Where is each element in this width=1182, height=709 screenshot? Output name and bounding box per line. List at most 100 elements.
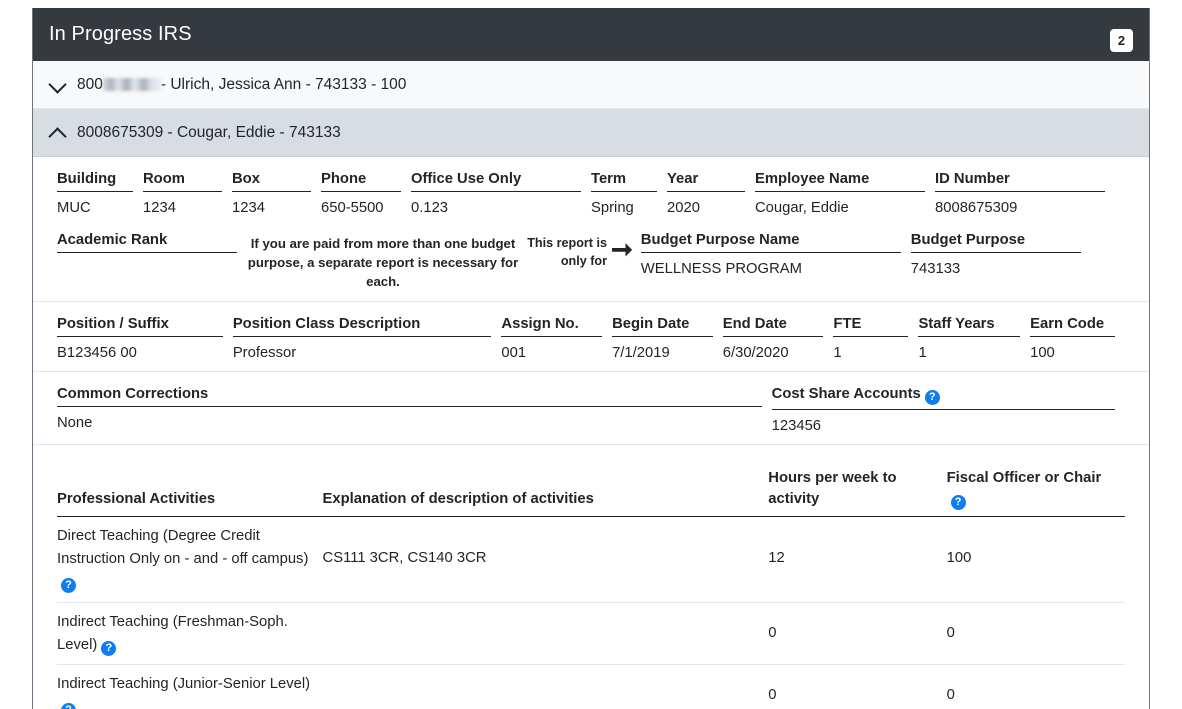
field-budget-purpose: Budget Purpose 743133 [911,232,1091,277]
field-building-value: MUC [57,192,133,216]
field-phone-label: Phone [321,171,401,192]
field-end-date-value: 6/30/2020 [723,337,824,361]
field-begin-date-value: 7/1/2019 [612,337,713,361]
field-cost-share-accounts-label: Cost Share Accounts? [772,386,1115,410]
field-employee-name-label: Employee Name [755,171,925,192]
field-assign-no-value: 001 [501,337,602,361]
field-fte-label: FTE [833,316,908,337]
budget-info-row: Academic Rank If you are paid from more … [57,232,1125,291]
field-budget-purpose-name-label: Budget Purpose Name [641,232,901,253]
col-professional-activities: Professional Activities [57,467,323,516]
field-earn-code: Earn Code 100 [1030,316,1125,361]
cell-fiscal: 0 [947,603,1125,653]
cell-explanation: CS111 3CR, CS140 3CR [323,517,769,578]
field-year-label: Year [667,171,745,192]
field-building: Building MUC [57,171,143,216]
cell-explanation [323,603,769,619]
field-staff-years-value: 1 [918,337,1020,361]
field-id-number-label: ID Number [935,171,1105,192]
field-room-value: 1234 [143,192,222,216]
field-room-label: Room [143,171,222,192]
field-end-date-label: End Date [723,316,824,337]
field-term-value: Spring [591,192,657,216]
cell-activity: Indirect Teaching (Freshman-Soph. Level)… [57,603,323,665]
arrow-right-icon: ➞ [607,232,641,262]
table-row: Indirect Teaching (Freshman-Soph. Level)… [57,603,1125,666]
help-icon[interactable]: ? [61,578,76,593]
col-hours-per-week: Hours per week to activity [768,468,946,517]
field-budget-purpose-name-value: WELLNESS PROGRAM [641,253,901,277]
table-row: Direct Teaching (Degree Credit Instructi… [57,517,1125,603]
field-term: Term Spring [591,171,667,216]
field-employee-name-value: Cougar, Eddie [755,192,925,216]
chevron-up-icon[interactable] [49,124,67,142]
field-office-use-only-value: 0.123 [411,192,581,216]
field-cost-share-accounts: Cost Share Accounts? 123456 [772,386,1125,434]
field-phone-value: 650-5500 [321,192,401,216]
accordion-label-suffix: - Ulrich, Jessica Ann - 743133 - 100 [161,76,407,94]
field-box: Box 1234 [232,171,321,216]
field-assign-no: Assign No. 001 [501,316,612,361]
help-icon[interactable]: ? [951,495,966,510]
field-position-class-description: Position Class Description Professor [233,316,502,361]
field-id-number: ID Number 8008675309 [935,171,1115,216]
field-office-use-only: Office Use Only 0.123 [411,171,591,216]
field-year-value: 2020 [667,192,745,216]
in-progress-irs-card: In Progress IRS 2 800 - Ulrich, Jessica … [32,8,1150,709]
field-box-value: 1234 [232,192,311,216]
field-position-suffix-value: B123456 00 [57,337,223,361]
field-budget-purpose-value: 743133 [911,253,1081,277]
field-term-label: Term [591,171,657,192]
accordion-item-ulrich[interactable]: 800 - Ulrich, Jessica Ann - 743133 - 100 [33,61,1149,109]
accordion-label-cougar: 8008675309 - Cougar, Eddie - 743133 [77,124,341,142]
field-begin-date: Begin Date 7/1/2019 [612,316,723,361]
field-begin-date-label: Begin Date [612,316,713,337]
page-title: In Progress IRS [49,23,192,46]
position-row: Position / Suffix B123456 00 Position Cl… [57,316,1125,361]
field-id-number-value: 8008675309 [935,192,1105,216]
field-end-date: End Date 6/30/2020 [723,316,834,361]
field-staff-years-label: Staff Years [918,316,1020,337]
field-budget-purpose-label: Budget Purpose [911,232,1081,253]
help-icon[interactable]: ? [925,390,940,405]
field-position-suffix: Position / Suffix B123456 00 [57,316,233,361]
col-explanation: Explanation of description of activities [323,467,769,516]
field-staff-years: Staff Years 1 [918,316,1030,361]
cell-hours: 0 [768,603,946,653]
activities-table-header: Professional Activities Explanation of d… [57,467,1125,516]
field-earn-code-label: Earn Code [1030,316,1115,337]
field-position-class-description-label: Position Class Description [233,316,492,337]
field-academic-rank-value [57,253,237,279]
record-count-badge[interactable]: 2 [1110,29,1133,52]
help-icon[interactable]: ? [61,703,76,709]
field-earn-code-value: 100 [1030,337,1115,361]
chevron-down-icon[interactable] [49,76,67,94]
cell-activity: Direct Teaching (Degree Credit Instructi… [57,517,323,602]
field-common-corrections-label: Common Corrections [57,386,762,407]
field-academic-rank: Academic Rank [57,232,247,279]
col-fiscal-officer: Fiscal Officer or Chair? [947,468,1125,517]
cell-hours: 0 [768,665,946,709]
accordion-item-cougar[interactable]: 8008675309 - Cougar, Eddie - 743133 [33,109,1149,157]
field-position-class-description-value: Professor [233,337,492,361]
accordion-label-prefix: 800 [77,76,103,94]
field-box-label: Box [232,171,311,192]
report-scope-note: This report is only for [519,232,607,270]
help-icon[interactable]: ? [101,641,116,656]
field-phone: Phone 650-5500 [321,171,411,216]
employee-info-row: Building MUC Room 1234 Box 1234 Phone 65… [57,171,1125,216]
field-fte: FTE 1 [833,316,918,361]
field-employee-name: Employee Name Cougar, Eddie [755,171,935,216]
corrections-row: Common Corrections None Cost Share Accou… [57,386,1125,434]
field-common-corrections-value: None [57,407,762,431]
cell-fiscal: 100 [947,517,1125,578]
activities-section: Professional Activities Explanation of d… [33,445,1149,709]
field-cost-share-accounts-value: 123456 [772,410,1115,434]
field-year: Year 2020 [667,171,755,216]
position-section: Position / Suffix B123456 00 Position Cl… [33,302,1149,372]
field-academic-rank-label: Academic Rank [57,232,237,253]
table-row: Indirect Teaching (Junior-Senior Level)?… [57,665,1125,709]
cell-hours: 12 [768,517,946,578]
card-header: In Progress IRS 2 [33,8,1149,61]
field-building-label: Building [57,171,133,192]
